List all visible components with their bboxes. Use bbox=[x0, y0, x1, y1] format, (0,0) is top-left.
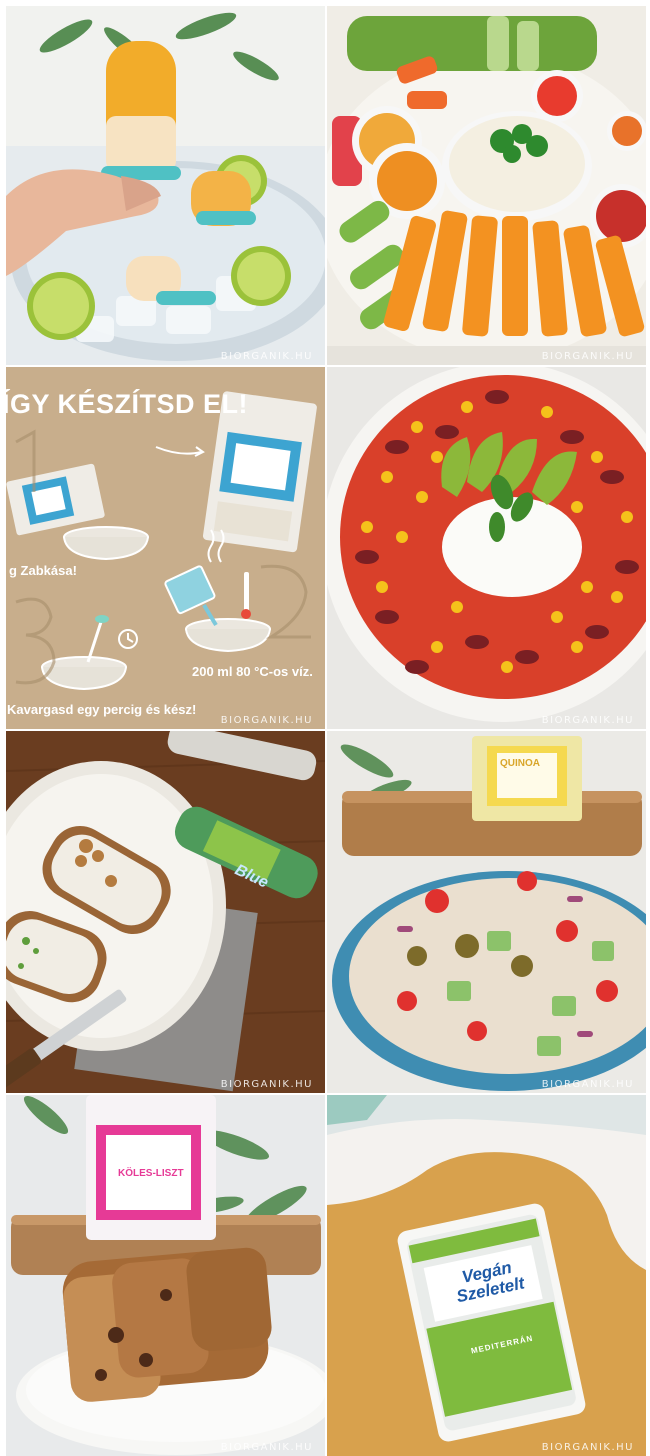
step3-caption: Kavargasd egy percig és kész! bbox=[7, 702, 197, 717]
quinoa-label: QUINOA bbox=[500, 758, 540, 769]
watermark: BIORGANIK.HU bbox=[541, 715, 634, 726]
tile-vegan-slices[interactable]: Vegán Szeletelt MEDITERRÁN BIORGANIK.HU bbox=[327, 1095, 646, 1456]
watermark: BIORGANIK.HU bbox=[220, 715, 313, 726]
watermark: BIORGANIK.HU bbox=[541, 1079, 634, 1090]
tile-bread-vegan-cheese[interactable]: Blue BIORGANIK.HU bbox=[6, 731, 325, 1093]
tile-loaf-bread[interactable]: KÖLES-LISZT BIORGANIK.HU bbox=[6, 1095, 325, 1456]
step1-caption: g Zabkása! bbox=[9, 563, 77, 578]
popsicles-image bbox=[6, 6, 325, 365]
watermark: BIORGANIK.HU bbox=[220, 351, 313, 362]
tile-popsicles[interactable]: BIORGANIK.HU bbox=[6, 6, 325, 365]
veggie-platter-image bbox=[327, 6, 646, 365]
tile-quinoa-salad[interactable]: QUINOA BIORGANIK.HU bbox=[327, 731, 646, 1093]
watermark: BIORGANIK.HU bbox=[220, 1079, 313, 1090]
quinoa-salad-image bbox=[327, 731, 646, 1093]
watermark: BIORGANIK.HU bbox=[541, 351, 634, 362]
flour-label: KÖLES-LISZT bbox=[118, 1168, 184, 1179]
bread-cheese-image bbox=[6, 731, 325, 1093]
infographic-title: ÍGY KÉSZÍTSD EL! bbox=[6, 389, 249, 419]
watermark: BIORGANIK.HU bbox=[541, 1442, 634, 1453]
bean-salad-image bbox=[327, 367, 646, 729]
step2-caption: 200 ml 80 °C-os víz. bbox=[192, 664, 313, 679]
loaf-bread-image bbox=[6, 1095, 325, 1456]
tile-porridge-infographic[interactable]: ÍGY KÉSZÍTSD EL! g Zabkása! 200 ml 80 °C… bbox=[6, 367, 325, 729]
tile-veggie-platter[interactable]: BIORGANIK.HU bbox=[327, 6, 646, 365]
photo-grid: BIORGANIK.HU BIORGANIK.HU ÍGY KÉSZÍTSD E… bbox=[6, 6, 646, 1456]
tile-bean-salad[interactable]: BIORGANIK.HU bbox=[327, 367, 646, 729]
watermark: BIORGANIK.HU bbox=[220, 1442, 313, 1453]
